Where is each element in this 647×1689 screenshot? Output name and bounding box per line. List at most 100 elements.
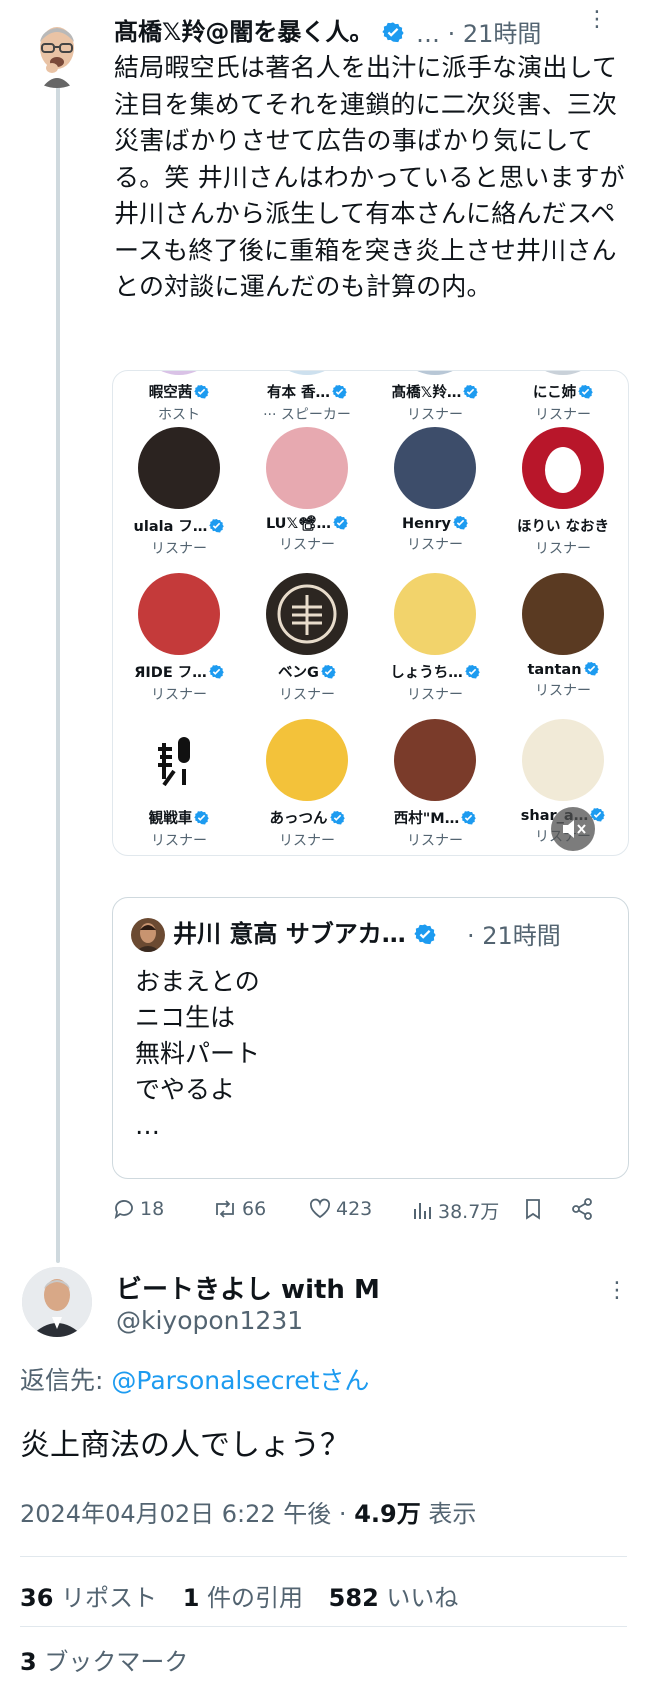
participant-name-text: tantan	[527, 662, 582, 678]
participant-avatar	[394, 371, 476, 375]
tweet-timestamp-line: 2024年04月02日 6:22 午後 · 4.9万 表示	[20, 1494, 476, 1529]
views-button[interactable]: 38.7万	[412, 1197, 499, 1224]
participant-name-text: 暇空茜	[148, 385, 193, 401]
participant-name-text: ЯIDE フ…	[134, 665, 207, 681]
verified-badge-icon	[333, 515, 348, 530]
participant-name-text: 西村"M…	[393, 811, 460, 827]
reply-icon	[114, 1200, 133, 1220]
participant-name-text: ベンG	[278, 665, 319, 681]
verified-badge-icon	[194, 384, 209, 399]
more-options-icon[interactable]: ⋮	[586, 9, 608, 31]
participant-avatar	[266, 427, 348, 509]
repost-button[interactable]: 66	[212, 1197, 266, 1221]
verified-badge-icon	[321, 664, 336, 679]
reply-button[interactable]: 18	[112, 1197, 164, 1221]
space-participant[interactable]: 暇空茜ホスト	[115, 371, 243, 424]
verified-badge-icon	[194, 810, 209, 825]
participant-role: リスナー	[279, 833, 335, 849]
participant-name: あっつん	[243, 807, 371, 828]
participant-role: リスナー	[407, 687, 463, 703]
quote-display-name: 井川 意高 サブアカ…	[173, 914, 436, 949]
reply-to-link[interactable]: @Parsonalsecretさん	[111, 1366, 369, 1395]
participant-avatar	[522, 719, 604, 801]
space-participant[interactable]: にこ姉 リスナー	[499, 371, 627, 424]
space-participant[interactable]: 有本 香… ··· スピーカー	[243, 371, 371, 424]
user-handle[interactable]: @kiyopon1231	[116, 1306, 303, 1335]
avatar[interactable]	[22, 18, 92, 88]
participant-avatar	[522, 427, 604, 509]
space-participants-card[interactable]: 暇空茜 ホスト 有本 香… ··· スピーカー 髙橋𝕏羚… リスナー にこ姉 リスナー ulal…	[112, 370, 629, 856]
share-button[interactable]	[570, 1197, 594, 1221]
participant-name: ulala フ…	[115, 515, 243, 536]
participant-role: リスナー	[151, 687, 207, 703]
participant-role: リスナー	[279, 687, 335, 703]
participant-name: ベンG	[243, 661, 371, 682]
memoji-avatar-icon	[40, 27, 74, 88]
more-options-icon[interactable]: ⋮	[606, 1280, 628, 1302]
analytics-icon	[414, 1202, 431, 1219]
participant-role: リスナー	[279, 537, 335, 553]
display-name[interactable]: ビートきよし with M	[116, 1269, 380, 1306]
quotes-stat[interactable]: 1 件の引用	[183, 1584, 303, 1612]
display-name[interactable]: 髙橋𝕏羚@闇を暴く人。	[114, 12, 404, 47]
participant-name: 有本 香…	[243, 381, 371, 402]
mute-button[interactable]	[551, 807, 595, 851]
avatar[interactable]	[22, 1267, 92, 1337]
verified-badge-icon	[578, 384, 593, 399]
divider	[20, 1626, 627, 1627]
muted-speaker-icon	[563, 820, 586, 838]
quote-line: …	[135, 1111, 160, 1140]
participant-name-text: 観戦車	[148, 811, 193, 827]
verified-badge-icon	[329, 810, 345, 825]
space-participant[interactable]: あっつん リスナー	[243, 719, 371, 850]
verified-badge-icon	[583, 661, 599, 676]
participant-role: リスナー	[151, 833, 207, 849]
quote-line: ニコ生は	[135, 1003, 236, 1032]
participant-role: リスナー	[407, 833, 463, 849]
timestamp[interactable]: 2024年04月02日 6:22 午後 ·	[20, 1500, 354, 1528]
participant-name: 髙橋𝕏羚…	[371, 381, 499, 402]
participant-avatar	[522, 573, 604, 655]
participant-name-text: 髙橋𝕏羚…	[391, 385, 462, 401]
space-participant[interactable]: ЯIDE フ… リスナー	[115, 573, 243, 704]
views-label: 表示	[420, 1500, 477, 1528]
space-participant[interactable]: しょうち… リスナー	[371, 573, 499, 704]
quoted-tweet[interactable]: 井川 意高 サブアカ… · 21時間 おまえとの ニコ生は 無料パート でやるよ…	[112, 897, 629, 1179]
participant-name-text: ulala フ…	[133, 519, 208, 535]
space-participant[interactable]: Henry リスナー	[371, 427, 499, 554]
quote-line: おまえとの	[135, 967, 260, 996]
participant-role: リスナー	[407, 537, 463, 553]
bookmarks-stat[interactable]: 3 ブックマーク	[20, 1642, 188, 1677]
space-participant[interactable]: LU𝕏📽… リスナー	[243, 427, 371, 554]
quote-line: でやるよ	[135, 1075, 236, 1104]
participant-avatar	[394, 427, 476, 509]
space-participant[interactable]: ほりい なおき リスナー	[499, 427, 627, 558]
space-participant[interactable]: ulala フ… リスナー	[115, 427, 243, 558]
bookmark-button[interactable]	[522, 1197, 544, 1221]
participant-avatar	[266, 371, 348, 375]
verified-badge-icon	[414, 924, 436, 945]
verified-badge-icon	[209, 518, 225, 533]
like-button[interactable]: 423	[308, 1197, 372, 1221]
space-participant[interactable]: tantan リスナー	[499, 573, 627, 700]
verified-badge-icon	[463, 384, 479, 399]
verified-badge-icon	[453, 515, 468, 530]
reposts-stat[interactable]: 36 リポスト	[20, 1584, 157, 1612]
verified-badge-icon	[209, 664, 224, 679]
participant-name: 暇空茜	[115, 381, 243, 402]
family-crest-icon	[277, 584, 337, 644]
participant-avatar	[138, 371, 220, 375]
participant-name-text: ほりい なおき	[516, 519, 610, 535]
participant-name: Henry	[371, 515, 499, 532]
verified-badge-icon	[461, 810, 476, 825]
space-participant[interactable]: 西村"M… リスナー	[371, 719, 499, 850]
space-participant[interactable]: 髙橋𝕏羚… リスナー	[371, 371, 499, 424]
space-participant[interactable]: ベンG リスナー	[243, 573, 371, 704]
participant-avatar	[138, 719, 220, 801]
likes-stat[interactable]: 582 いいね	[329, 1584, 459, 1612]
engagement-stats: 36 リポスト 1 件の引用 582 いいね	[20, 1578, 458, 1613]
participant-name: ЯIDE フ…	[115, 661, 243, 682]
space-participant[interactable]: 観戦車 リスナー	[115, 719, 243, 850]
participant-role: ホスト	[158, 407, 200, 423]
person-photo-icon	[135, 923, 161, 952]
